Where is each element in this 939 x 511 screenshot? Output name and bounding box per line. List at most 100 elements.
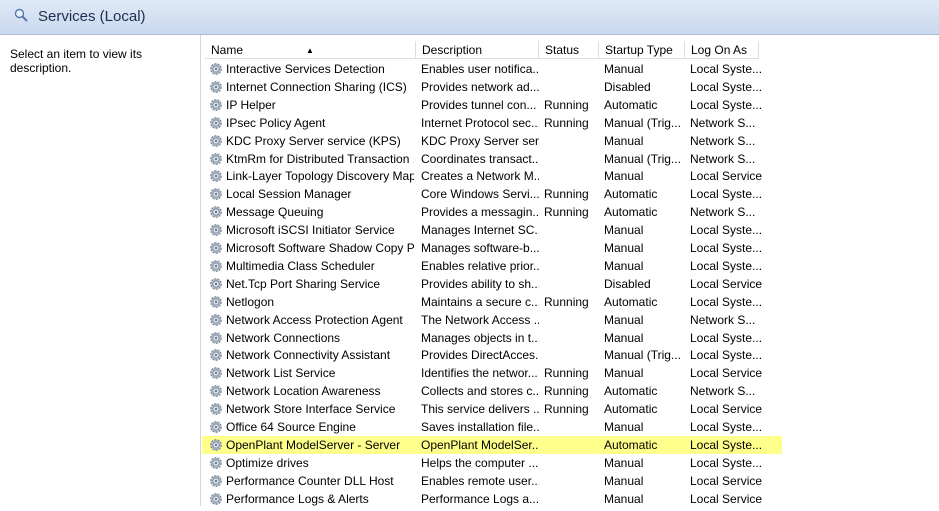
service-gear-icon xyxy=(209,223,223,237)
cell-startup: Manual xyxy=(604,473,644,488)
cell-logon: Local Syste... xyxy=(690,97,762,112)
table-row[interactable]: Internet Connection Sharing (ICS) Provide… xyxy=(205,78,939,96)
column-header-startup-type[interactable]: Startup Type xyxy=(599,41,685,59)
table-row[interactable]: Network Store Interface Service This serv… xyxy=(205,400,939,418)
cell-startup: Manual xyxy=(604,455,644,470)
table-row[interactable]: Interactive Services Detection Enables us… xyxy=(205,60,939,78)
cell-startup: Manual xyxy=(604,133,644,148)
cell-description: OpenPlant ModelSer... xyxy=(421,437,539,452)
cell-logon: Local Service xyxy=(690,276,762,291)
cell-description: Enables relative prior... xyxy=(421,258,539,273)
column-header-log-on-as[interactable]: Log On As xyxy=(685,41,759,59)
service-gear-icon xyxy=(209,366,223,380)
cell-logon: Local Syste... xyxy=(690,187,762,202)
table-row[interactable]: KDC Proxy Server service (KPS) KDC Proxy … xyxy=(205,132,939,150)
service-gear-icon xyxy=(209,98,223,112)
table-row[interactable]: Performance Counter DLL Host Enables remo… xyxy=(205,472,939,490)
cell-name: IPsec Policy Agent xyxy=(226,115,326,130)
header-title: Services (Local) xyxy=(38,8,146,25)
cell-name: Local Session Manager xyxy=(226,187,352,202)
cell-status: Running xyxy=(544,205,589,220)
magnifier-icon xyxy=(14,8,28,22)
table-row[interactable]: Local Session Manager Core Windows Servi.… xyxy=(205,185,939,203)
service-gear-icon xyxy=(209,384,223,398)
table-row[interactable]: Network Access Protection Agent The Netwo… xyxy=(205,311,939,329)
table-row[interactable]: OpenPlant ModelServer - Server OpenPlant … xyxy=(202,435,782,454)
cell-name: Microsoft Software Shadow Copy Pr... xyxy=(226,241,414,255)
cell-name: Network Connectivity Assistant xyxy=(226,348,391,363)
cell-startup: Manual xyxy=(604,330,644,345)
cell-logon: Local Service xyxy=(690,169,762,184)
cell-name: Network List Service xyxy=(226,366,336,381)
service-gear-icon xyxy=(209,80,223,94)
service-gear-icon xyxy=(209,205,223,219)
column-header-name[interactable]: Name ▲ xyxy=(205,41,416,59)
table-row[interactable]: Netlogon Maintains a secure c... Running Au… xyxy=(205,293,939,311)
table-row[interactable]: Performance Logs & Alerts Performance Log… xyxy=(205,490,939,508)
cell-startup: Disabled xyxy=(604,276,651,291)
cell-logon: Local Service xyxy=(690,402,762,417)
column-header-status[interactable]: Status xyxy=(539,41,599,59)
cell-startup: Manual (Trig... xyxy=(604,115,681,130)
cell-name: Interactive Services Detection xyxy=(226,62,385,76)
cell-status: Running xyxy=(544,294,589,309)
cell-startup: Manual xyxy=(604,169,644,184)
service-gear-icon xyxy=(209,331,223,345)
cell-startup: Manual xyxy=(604,62,644,76)
service-gear-icon xyxy=(209,277,223,291)
cell-startup: Disabled xyxy=(604,79,651,94)
service-gear-icon xyxy=(209,438,223,452)
table-row[interactable]: KtmRm for Distributed Transaction ... Coo… xyxy=(205,150,939,168)
table-row[interactable]: Network List Service Identifies the netwo… xyxy=(205,364,939,382)
cell-status: Running xyxy=(544,366,589,381)
table-row[interactable]: Network Connections Manages objects in t.… xyxy=(205,329,939,347)
cell-logon: Local Syste... xyxy=(690,420,762,434)
cell-name: KtmRm for Distributed Transaction ... xyxy=(226,151,414,166)
cell-startup: Manual xyxy=(604,491,644,506)
table-row[interactable]: Message Queuing Provides a messagin... Run… xyxy=(205,203,939,221)
cell-description: Provides DirectAcces... xyxy=(421,348,539,363)
table-row[interactable]: Microsoft iSCSI Initiator Service Manages… xyxy=(205,221,939,239)
service-gear-icon xyxy=(209,313,223,327)
column-header-description[interactable]: Description xyxy=(416,41,539,59)
service-gear-icon xyxy=(209,152,223,166)
cell-startup: Manual (Trig... xyxy=(604,348,681,363)
service-gear-icon xyxy=(209,492,223,506)
description-pane: Select an item to view its description. xyxy=(0,35,201,506)
service-gear-icon xyxy=(209,187,223,201)
cell-name: Network Location Awareness xyxy=(226,384,381,399)
cell-description: Creates a Network M... xyxy=(421,169,539,184)
cell-description: The Network Access ... xyxy=(421,312,539,327)
cell-name: Link-Layer Topology Discovery Map... xyxy=(226,169,414,184)
table-row[interactable]: Link-Layer Topology Discovery Map... Crea… xyxy=(205,167,939,185)
cell-logon: Local Syste... xyxy=(690,437,762,452)
cell-description: Saves installation file... xyxy=(421,420,539,434)
table-row[interactable]: IP Helper Provides tunnel con... Running Au… xyxy=(205,96,939,114)
cell-logon: Local Syste... xyxy=(690,330,762,345)
cell-logon: Local Syste... xyxy=(690,455,762,470)
cell-description: Enables user notifica... xyxy=(421,62,539,76)
cell-logon: Local Syste... xyxy=(690,348,762,363)
cell-description: Provides ability to sh... xyxy=(421,276,539,291)
cell-name: Message Queuing xyxy=(226,205,324,220)
cell-name: Internet Connection Sharing (ICS) xyxy=(226,79,407,94)
table-row[interactable]: Office 64 Source Engine Saves installatio… xyxy=(205,418,939,436)
table-row[interactable]: Net.Tcp Port Sharing Service Provides abi… xyxy=(205,275,939,293)
services-list[interactable]: Name ▲ Description Status Startup Type L… xyxy=(202,41,939,508)
table-row[interactable]: Multimedia Class Scheduler Enables relati… xyxy=(205,257,939,275)
cell-status: Running xyxy=(544,187,589,202)
table-row[interactable]: Network Location Awareness Collects and s… xyxy=(205,382,939,400)
cell-name: Network Connections xyxy=(226,330,341,345)
cell-logon: Local Service xyxy=(690,491,762,506)
cell-description: Identifies the networ... xyxy=(421,366,538,381)
cell-description: Maintains a secure c... xyxy=(421,294,539,309)
table-row[interactable]: Network Connectivity Assistant Provides D… xyxy=(205,346,939,364)
table-row[interactable]: Microsoft Software Shadow Copy Pr... Mana… xyxy=(205,239,939,257)
table-row[interactable]: Optimize drives Helps the computer ... Man… xyxy=(205,454,939,472)
table-row[interactable]: IPsec Policy Agent Internet Protocol sec.… xyxy=(205,114,939,132)
cell-logon: Local Syste... xyxy=(690,223,762,238)
cell-description: Internet Protocol sec... xyxy=(421,115,539,130)
cell-startup: Manual xyxy=(604,223,644,238)
cell-logon: Network S... xyxy=(690,384,756,399)
cell-description: Manages Internet SC... xyxy=(421,223,539,238)
